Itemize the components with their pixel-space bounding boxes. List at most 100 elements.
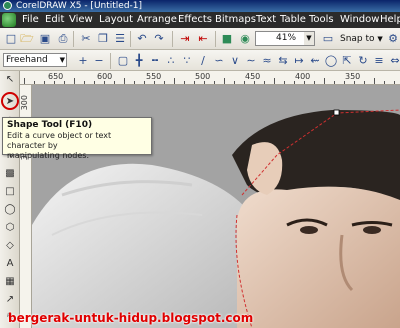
ruler-tick [204,81,205,84]
app-launcher-icon[interactable]: ■ [220,32,234,46]
menu-view[interactable]: View [69,13,93,27]
export-icon[interactable]: ⇤ [196,32,210,46]
chevron-down-icon: ▼ [59,56,65,64]
snap-to-dropdown[interactable]: Snap to ▼ [340,32,383,46]
rectangle-tool-icon[interactable]: □ [3,185,17,199]
ruler-tick [234,81,235,84]
ruler-tick [104,81,105,84]
undo-icon[interactable]: ↶ [135,32,149,46]
ruler-tick [394,81,395,84]
menu-effects[interactable]: Effects [178,13,212,27]
redo-icon[interactable]: ↷ [152,32,166,46]
ruler-tick [44,81,45,84]
ruler-tick [54,81,55,84]
to-line-icon[interactable]: ∕ [196,54,210,68]
add-node-icon[interactable]: ╋ [132,54,146,68]
new-document-icon[interactable]: □ [4,32,18,46]
delete-node-icon[interactable]: ╍ [148,54,162,68]
standard-toolbar: □ 🗁 ▣ ⎙ ✂ ❐ ☰ ↶ ↷ ⇥ ⇤ ■ ◉ 41% ▼ ▭ Snap t… [0,28,400,50]
basic-shapes-icon[interactable]: ◇ [3,239,17,253]
window-title: CorelDRAW X5 - [Untitled-1] [16,1,143,11]
ruler-tick [154,81,155,84]
extract-subpath-icon[interactable]: ⇜ [308,54,322,68]
extend-curve-icon[interactable]: ↦ [292,54,306,68]
stretch-nodes-icon[interactable]: ⇱ [340,54,354,68]
ruler-label: 400 [295,72,311,81]
cut-icon[interactable]: ✂ [79,32,93,46]
smooth-node-icon[interactable]: ∼ [244,54,258,68]
reverse-direction-icon[interactable]: ⇆ [276,54,290,68]
copy-icon[interactable]: ❐ [96,32,110,46]
chevron-down-icon[interactable]: ▼ [304,32,314,45]
ruler-tick [244,81,245,84]
smart-fill-icon[interactable]: ▩ [3,167,17,181]
open-icon[interactable]: 🗁 [20,32,34,46]
menu-table[interactable]: Table [280,13,306,27]
menu-bar: File Edit View Layout Arrange Effects Bi… [0,12,400,28]
ruler-tick [84,81,85,84]
ellipse-tool-icon[interactable]: ◯ [3,203,17,217]
cusp-node-icon[interactable]: ∨ [228,54,242,68]
welcome-icon[interactable]: ◉ [238,32,252,46]
node-select-icon[interactable]: ▢ [116,54,130,68]
align-nodes-icon[interactable]: ≡ [372,54,386,68]
menu-edit[interactable]: Edit [45,13,64,27]
full-screen-icon[interactable]: ▭ [321,32,335,46]
pick-tool-icon[interactable]: ↖ [3,73,17,87]
auto-close-icon[interactable]: ◯ [324,54,338,68]
coreldraw-logo-icon[interactable] [2,13,16,27]
join-nodes-icon[interactable]: ∴ [164,54,178,68]
preset-dropdown[interactable]: Freehand ▼ [3,53,67,67]
import-icon[interactable]: ⇥ [178,32,192,46]
property-bar: Freehand ▼ + − ▢ ╋ ╍ ∴ ∵ ∕ ∽ ∨ ∼ ≈ ⇆ ↦ ⇜… [0,50,400,71]
text-tool-icon[interactable]: A [3,257,17,271]
save-icon[interactable]: ▣ [38,32,52,46]
dimension-tool-icon[interactable]: ↗ [3,293,17,307]
ruler-tick [24,78,25,84]
ruler-tick [314,81,315,84]
paste-icon[interactable]: ☰ [113,32,127,46]
menu-arrange[interactable]: Arrange [137,13,177,27]
to-curve-icon[interactable]: ∽ [212,54,226,68]
zoom-level-dropdown[interactable]: 41% ▼ [255,31,315,46]
menu-layout[interactable]: Layout [99,13,133,27]
add-preset-icon[interactable]: + [76,54,90,68]
rotate-nodes-icon[interactable]: ↻ [356,54,370,68]
tooltip-description-line2: manipulating nodes. [7,151,89,160]
ruler-tick [324,78,325,84]
ruler-label: 500 [195,72,211,81]
ruler-tick [94,81,95,84]
ruler-label: 450 [245,72,261,81]
options-icon[interactable]: ⚙ [386,32,400,46]
menu-text[interactable]: Text [256,13,276,27]
ruler-tick [344,81,345,84]
ruler-tick [184,81,185,84]
ruler-label: 350 [345,72,361,81]
ruler-tick [34,81,35,84]
table-tool-icon[interactable]: ▦ [3,275,17,289]
symmetrical-node-icon[interactable]: ≈ [260,54,274,68]
menu-tools[interactable]: Tools [309,13,334,27]
tooltip-title: Shape Tool (F10) [7,120,93,130]
ruler-tick [174,78,175,84]
snap-to-label: Snap to [340,34,375,44]
reflect-nodes-icon[interactable]: ⇔ [388,54,400,68]
horizontal-ruler[interactable]: 650 600 550 500 450 400 350 [20,71,400,85]
ruler-label: 650 [48,72,64,81]
menu-help[interactable]: Help [380,13,400,27]
ruler-tick [254,81,255,84]
ruler-tick [334,81,335,84]
shape-tool-tooltip: Shape Tool (F10) Edit a curve object or … [2,117,152,160]
menu-window[interactable]: Window [340,13,379,27]
menu-bitmaps[interactable]: Bitmaps [215,13,256,27]
break-curve-icon[interactable]: ∵ [180,54,194,68]
ruler-label: 300 [20,95,29,111]
ruler-tick [214,81,215,84]
ruler-tick [194,81,195,84]
app-icon [3,1,12,10]
menu-file[interactable]: File [22,13,39,27]
remove-preset-icon[interactable]: − [92,54,106,68]
print-icon[interactable]: ⎙ [56,32,70,46]
polygon-tool-icon[interactable]: ⬡ [3,221,17,235]
blog-watermark: bergerak-untuk-hidup.blogspot.com [8,311,254,325]
